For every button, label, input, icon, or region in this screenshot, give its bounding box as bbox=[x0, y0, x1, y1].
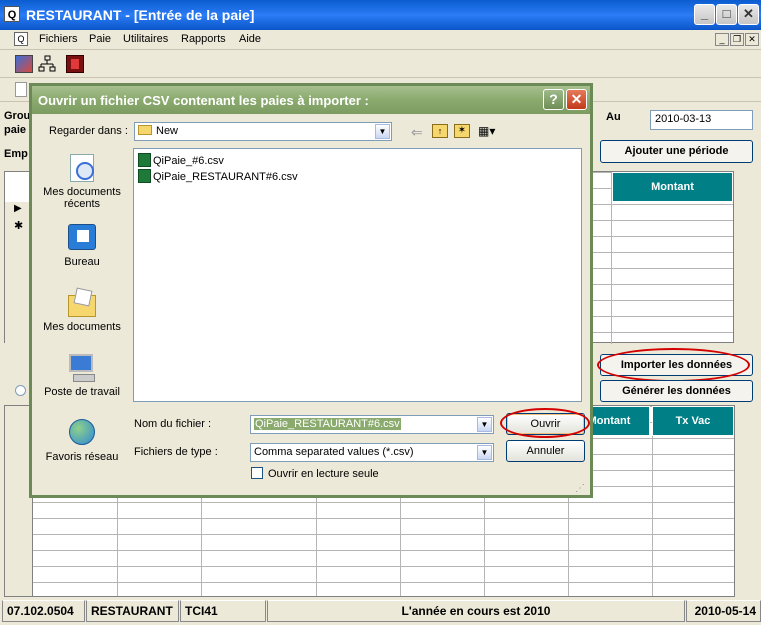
filetype-value: Comma separated values (*.csv) bbox=[254, 446, 414, 458]
filename-combo[interactable]: QiPaie_RESTAURANT#6.csv ▼ bbox=[250, 415, 494, 434]
dialog-title: Ouvrir un fichier CSV contenant les paie… bbox=[38, 93, 369, 108]
au-date-field[interactable]: 2010-03-13 bbox=[650, 110, 753, 130]
main-title-bar: Q RESTAURANT - [Entrée de la paie] _ □ ✕ bbox=[0, 0, 761, 30]
status-company: RESTAURANT bbox=[86, 600, 179, 622]
csv-file-icon bbox=[138, 169, 151, 183]
mdi-close-button[interactable]: ✕ bbox=[745, 33, 759, 46]
resize-grip-icon[interactable]: ⋰ bbox=[575, 483, 587, 495]
csv-file-icon bbox=[138, 153, 151, 167]
add-period-button[interactable]: Ajouter une période bbox=[600, 140, 753, 163]
look-in-label: Regarder dans : bbox=[49, 125, 128, 137]
filetype-combo[interactable]: Comma separated values (*.csv) ▼ bbox=[250, 443, 494, 462]
place-label: Mes documents bbox=[43, 321, 121, 333]
exit-icon[interactable] bbox=[66, 55, 84, 73]
place-label: Poste de travail bbox=[44, 386, 120, 398]
place-network[interactable]: Favoris réseau bbox=[37, 417, 127, 463]
file-list[interactable]: QiPaie_#6.csv QiPaie_RESTAURANT#6.csv bbox=[133, 148, 582, 402]
readonly-checkbox[interactable] bbox=[251, 467, 263, 479]
status-version: 07.102.0504 bbox=[2, 600, 85, 622]
maximize-button[interactable]: □ bbox=[716, 4, 737, 25]
new-folder-icon[interactable]: ✶ bbox=[454, 124, 470, 138]
readonly-label: Ouvrir en lecture seule bbox=[268, 468, 379, 480]
place-label: Bureau bbox=[64, 256, 100, 268]
folder-icon bbox=[138, 125, 152, 135]
my-documents-icon bbox=[65, 287, 99, 319]
view-menu-icon[interactable]: ▦▾ bbox=[478, 124, 498, 138]
place-my-documents[interactable]: Mes documents bbox=[37, 287, 127, 333]
filename-value: QiPaie_RESTAURANT#6.csv bbox=[254, 418, 401, 430]
window-title: RESTAURANT - [Entrée de la paie] bbox=[26, 7, 255, 23]
recent-documents-icon bbox=[65, 152, 99, 184]
dialog-title-bar: Ouvrir un fichier CSV contenant les paie… bbox=[32, 86, 590, 114]
folder-up-icon[interactable]: ↑ bbox=[432, 124, 448, 138]
mdi-app-icon[interactable]: Q bbox=[14, 32, 28, 46]
chevron-down-icon[interactable]: ▼ bbox=[477, 417, 492, 432]
new-row-marker: ✱ bbox=[14, 220, 24, 232]
menu-paie[interactable]: Paie bbox=[89, 33, 111, 45]
minimize-button[interactable]: _ bbox=[694, 4, 715, 25]
filetype-label: Fichiers de type : bbox=[134, 446, 218, 458]
main-toolbar bbox=[0, 51, 761, 78]
cancel-button[interactable]: Annuler bbox=[506, 440, 585, 462]
network-globe-icon bbox=[65, 417, 99, 449]
generate-data-button[interactable]: Générer les données bbox=[600, 380, 753, 402]
import-highlight-ellipse bbox=[597, 348, 750, 382]
list-item[interactable]: QiPaie_#6.csv bbox=[138, 153, 224, 168]
current-row-marker: ▶ bbox=[14, 203, 22, 214]
au-label: Au bbox=[606, 111, 621, 123]
app-icon: Q bbox=[4, 6, 20, 22]
chevron-down-icon[interactable]: ▼ bbox=[477, 445, 492, 460]
computer-icon bbox=[65, 352, 99, 384]
employee-label: Emp bbox=[4, 148, 28, 160]
new-document-icon[interactable] bbox=[15, 82, 27, 97]
filename-label: Nom du fichier : bbox=[134, 418, 212, 430]
dialog-help-button[interactable]: ? bbox=[543, 89, 564, 110]
menu-rapports[interactable]: Rapports bbox=[181, 33, 226, 45]
file-name: QiPaie_RESTAURANT#6.csv bbox=[153, 171, 298, 183]
group-label-2: paie bbox=[4, 124, 27, 136]
place-my-computer[interactable]: Poste de travail bbox=[37, 352, 127, 398]
close-window-button[interactable]: ✕ bbox=[738, 4, 759, 25]
mdi-minimize-button[interactable]: _ bbox=[715, 33, 729, 46]
list-item[interactable]: QiPaie_RESTAURANT#6.csv bbox=[138, 169, 298, 184]
look-in-combo[interactable]: New ▼ bbox=[134, 122, 392, 141]
place-recent-documents[interactable]: Mes documents récents bbox=[37, 152, 127, 210]
org-chart-icon[interactable] bbox=[38, 55, 56, 73]
status-code: TCI41 bbox=[180, 600, 266, 622]
top-grid-header-montant: Montant bbox=[612, 172, 733, 202]
open-file-dialog: Ouvrir un fichier CSV contenant les paie… bbox=[29, 83, 593, 498]
option-radio[interactable] bbox=[15, 385, 26, 396]
employee-icon[interactable] bbox=[15, 55, 33, 73]
place-label: Favoris réseau bbox=[45, 451, 119, 463]
open-highlight-ellipse bbox=[500, 408, 590, 438]
menu-fichiers[interactable]: Fichiers bbox=[39, 33, 78, 45]
menu-utilitaires[interactable]: Utilitaires bbox=[123, 33, 168, 45]
desktop-icon bbox=[65, 222, 99, 254]
back-arrow-icon[interactable]: ⇐ bbox=[411, 124, 427, 140]
menu-bar: Q Fichiers Paie Utilitaires Rapports Aid… bbox=[0, 30, 761, 50]
file-name: QiPaie_#6.csv bbox=[153, 155, 224, 167]
menu-aide[interactable]: Aide bbox=[239, 33, 261, 45]
status-date: 2010-05-14 bbox=[686, 600, 761, 622]
place-desktop[interactable]: Bureau bbox=[37, 222, 127, 268]
dialog-close-button[interactable]: ✕ bbox=[566, 89, 587, 110]
top-grid-row-headers: ▶ ✱ bbox=[4, 171, 32, 344]
status-message: L'année en cours est 2010 bbox=[267, 600, 685, 622]
mdi-restore-button[interactable]: ❐ bbox=[730, 33, 744, 46]
bottom-grid-header-tx-vac: Tx Vac bbox=[652, 406, 734, 436]
group-label: Grou bbox=[4, 110, 31, 122]
look-in-value: New bbox=[156, 125, 179, 137]
chevron-down-icon[interactable]: ▼ bbox=[375, 124, 390, 139]
place-label: Mes documents récents bbox=[43, 186, 121, 210]
